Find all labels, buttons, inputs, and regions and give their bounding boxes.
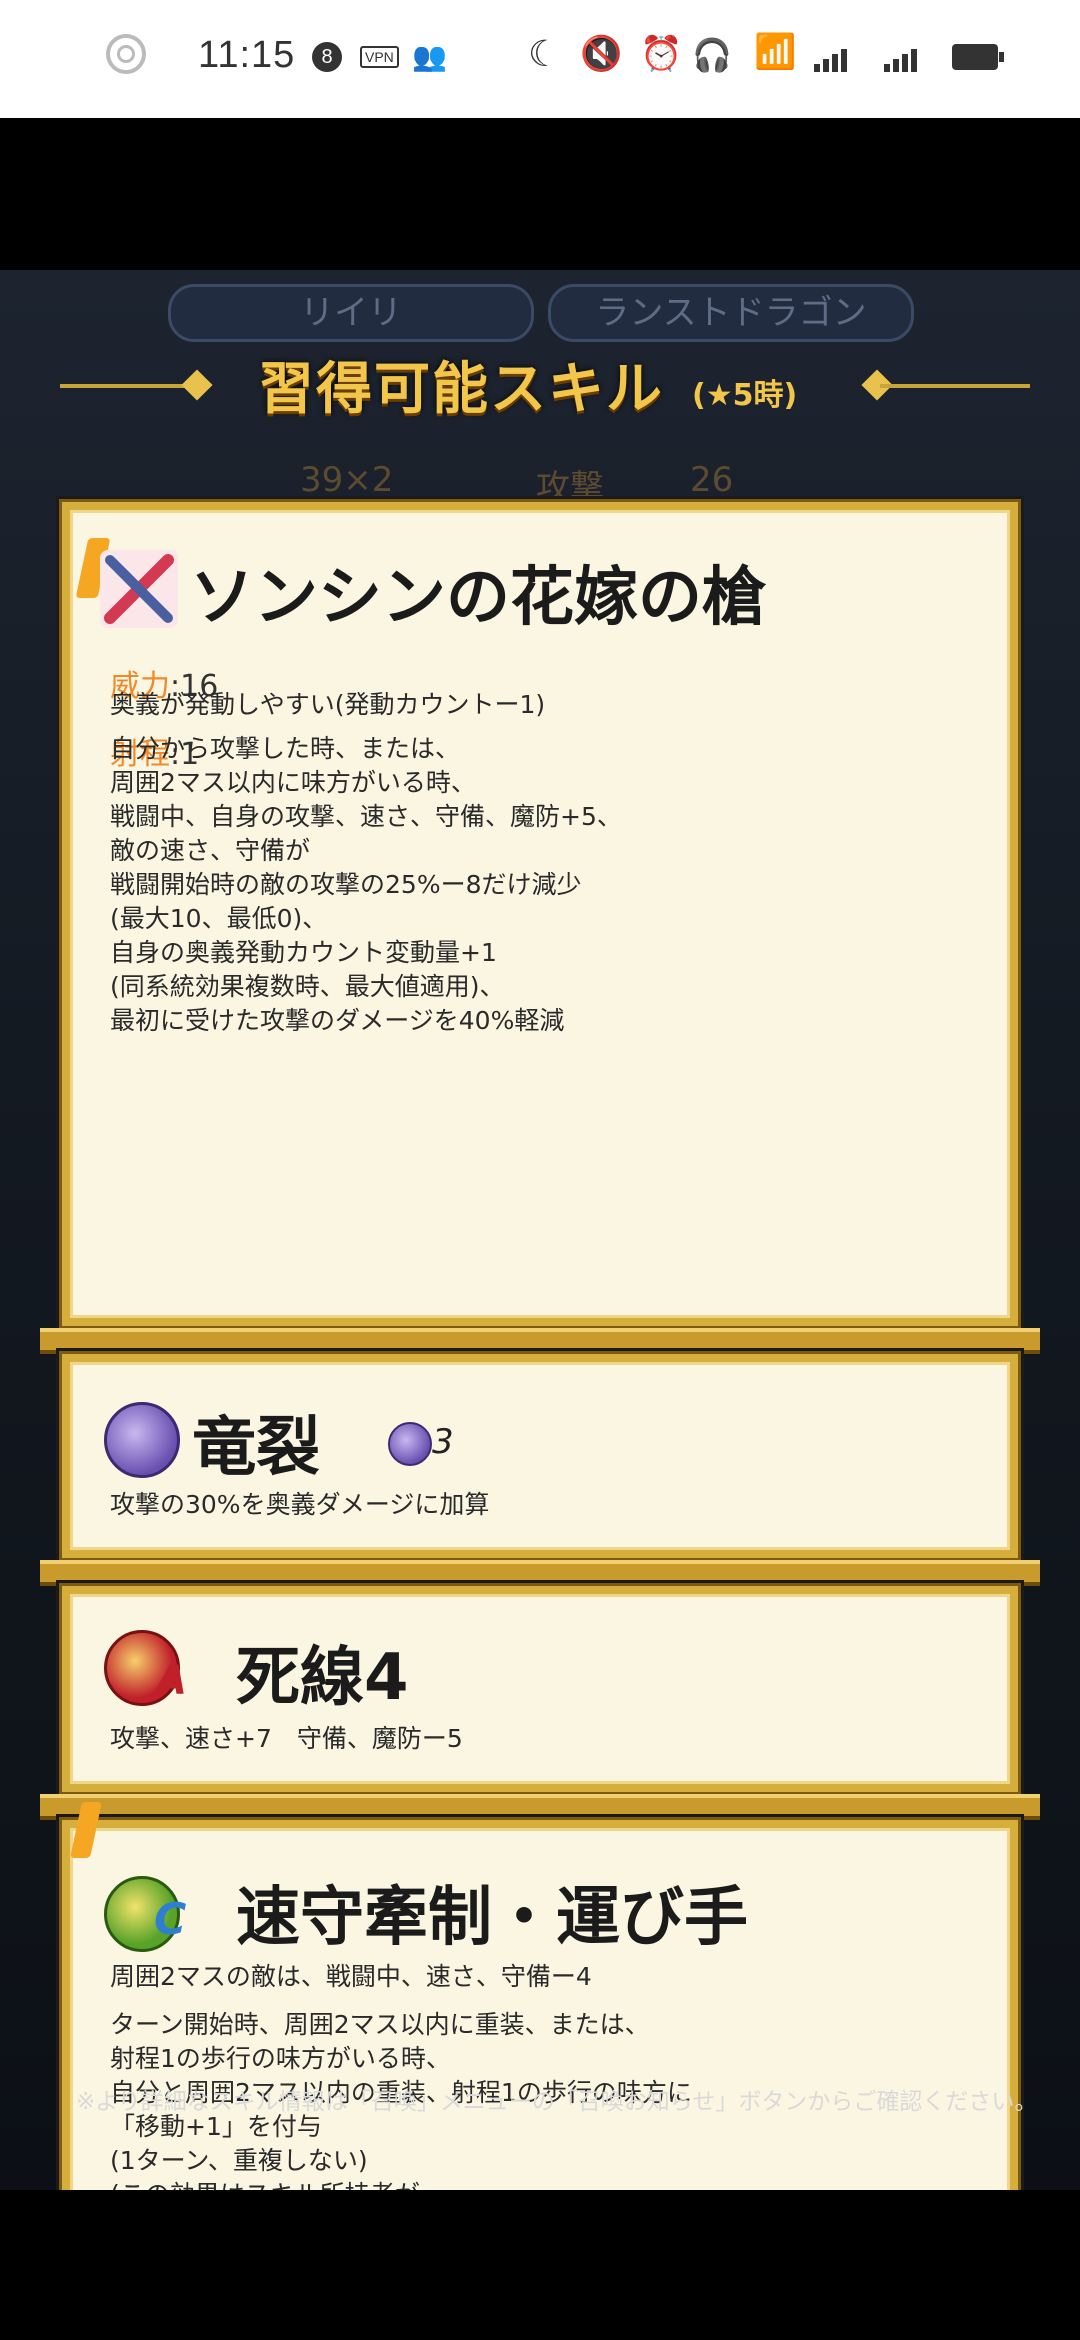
account-icon: 👥 bbox=[412, 40, 447, 73]
alarm-icon: ⏰ bbox=[640, 34, 683, 74]
skill-c-letter: C bbox=[154, 1894, 187, 1945]
bg-stat-1: 39×2 bbox=[300, 460, 394, 500]
headset-icon: 🎧 bbox=[692, 36, 732, 74]
right-ornament bbox=[880, 384, 1030, 388]
cooldown-icon bbox=[388, 1422, 432, 1466]
weapon-lance-icon bbox=[100, 550, 178, 628]
vpn-icon: VPN bbox=[360, 46, 399, 68]
game-screen: リイリ ランストドラゴン 習得可能スキル (★5時) 39×2 攻撃 26 ソン… bbox=[0, 270, 1080, 2190]
do-not-disturb-icon: ☾ bbox=[528, 34, 561, 75]
bg-tab-hero: リイリ bbox=[168, 284, 534, 342]
skill-a-letter: A bbox=[156, 1658, 187, 1704]
weapon-name: ソンシンの花嫁の槍 bbox=[190, 561, 766, 635]
mute-icon: 🔇 bbox=[580, 34, 623, 74]
record-icon bbox=[106, 34, 146, 74]
footer-note: ※より詳細なスキル情報は「召喚」メニューの「召喚お知らせ」ボタンからご確認くださ… bbox=[76, 2089, 1038, 2115]
wifi-icon: 📶 bbox=[754, 32, 797, 72]
skill-c-effect-line1: 周囲2マスの敵は、戦闘中、速さ、守備ー4 bbox=[110, 1962, 592, 1991]
skill-a-name: 死線4 bbox=[236, 1641, 409, 1715]
page-subtitle: (★5時) bbox=[692, 378, 798, 413]
battery-icon bbox=[952, 44, 1004, 70]
skill-c-card[interactable]: C 速守牽制・運び手 周囲2マスの敵は、戦闘中、速さ、守備ー4 ターン開始時、周… bbox=[59, 1802, 1021, 2190]
card-divider-2 bbox=[40, 1560, 1040, 1586]
status-bar: 11:15 8 VPN 👥 ☾ 🔇 ⏰ 🎧 📶 bbox=[0, 0, 1080, 118]
weapon-skill-card[interactable]: ソンシンの花嫁の槍 威力:16 射程:1 奥義が発動しやすい(発動カウントー1)… bbox=[59, 499, 1021, 1329]
left-ornament-diamond bbox=[181, 369, 213, 401]
weapon-effect-line1: 奥義が発動しやすい(発動カウントー1) bbox=[110, 690, 546, 719]
skill-a-description: 攻撃、速さ+7 守備、魔防ー5 bbox=[110, 1724, 463, 1753]
skill-a-card[interactable]: A 死線4 攻撃、速さ+7 守備、魔防ー5 bbox=[59, 1583, 1021, 1795]
page-title: 習得可能スキル bbox=[258, 357, 664, 422]
bg-tab-weapon: ランストドラゴン bbox=[548, 284, 914, 342]
bg-stat-3: 26 bbox=[690, 460, 734, 500]
special-icon bbox=[104, 1402, 180, 1478]
special-description: 攻撃の30%を奥義ダメージに加算 bbox=[110, 1490, 490, 1519]
signal-1-icon bbox=[814, 44, 864, 72]
weapon-description: 自分から攻撃した時、または、 周囲2マス以内に味方がいる時、 戦闘中、自身の攻撃… bbox=[110, 734, 622, 1035]
skill-c-name: 速守牽制・運び手 bbox=[236, 1881, 748, 1955]
special-cooldown: 3 bbox=[432, 1422, 454, 1462]
notification-count-badge: 8 bbox=[312, 42, 342, 72]
special-skill-card[interactable]: 竜裂 3 攻撃の30%を奥義ダメージに加算 bbox=[59, 1351, 1021, 1561]
card-divider-1 bbox=[40, 1328, 1040, 1354]
card-divider-3 bbox=[40, 1794, 1040, 1820]
clock: 11:15 bbox=[198, 34, 296, 76]
skills-header: 習得可能スキル (★5時) bbox=[0, 340, 1080, 450]
signal-2-icon bbox=[884, 44, 934, 72]
special-name: 竜裂 bbox=[192, 1411, 320, 1485]
